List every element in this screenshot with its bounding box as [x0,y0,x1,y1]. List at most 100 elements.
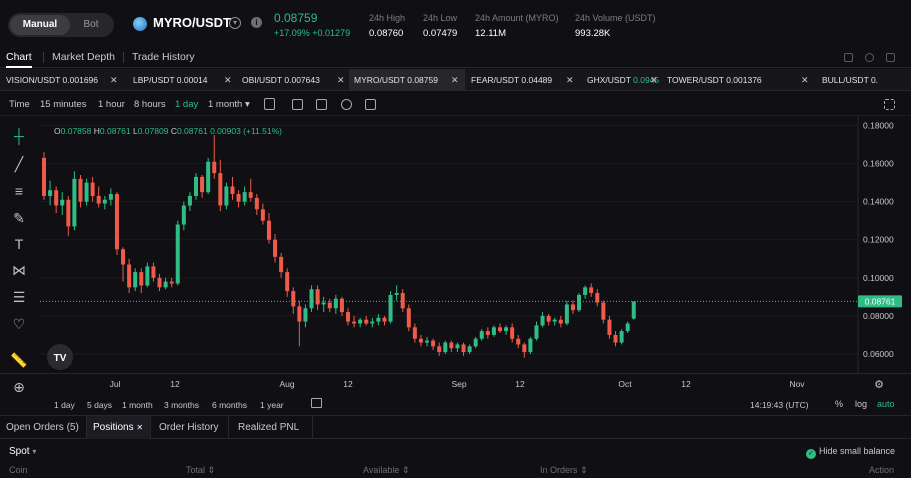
candle-body [589,287,594,294]
window-maximize-icon[interactable] [886,53,895,62]
timeframe-1m[interactable]: 1 month ▾ [208,99,250,110]
range-1d[interactable]: 1 day [54,400,75,410]
time-tick-label: Jul [110,379,121,389]
column-total[interactable]: Total ⇕ [186,465,215,476]
window-restore-icon[interactable] [844,53,853,62]
window-popout-icon[interactable] [865,53,874,62]
timeframe-15m[interactable]: 15 minutes [40,99,86,110]
tab-open-orders[interactable]: Open Orders (5) [0,416,85,439]
candle-body [625,323,630,332]
stat-value: 12.11M [475,28,506,39]
candle-body [114,194,119,250]
pair-tab-tower[interactable]: TOWER/USDT 0.001376 [667,69,762,90]
close-icon[interactable]: ✕ [650,75,658,86]
settings-icon[interactable] [341,99,352,110]
candle-body [297,306,302,322]
stat-value: 993.28K [575,28,611,39]
tab-order-history[interactable]: Order History [153,416,224,439]
range-3m[interactable]: 3 months [164,400,199,410]
candle-body [151,266,156,278]
close-icon[interactable]: ✕ [451,75,459,86]
tab-divider [150,416,151,439]
close-icon[interactable]: ✕ [337,75,345,86]
candle-body [394,293,399,295]
candle-body [157,277,162,288]
close-icon[interactable]: ✕ [136,423,143,432]
candle-body [108,194,113,200]
candle-body [48,190,53,196]
time-tick-label: Sep [451,379,466,389]
indicators-icon[interactable] [264,98,275,110]
pair-tab-price: 0.001696 [62,75,98,85]
percent-scale-toggle[interactable]: % [835,399,843,409]
tab-market-depth[interactable]: Market Depth [52,51,115,63]
candle-body [382,317,387,322]
candle-body [425,340,430,343]
bot-mode-button[interactable]: Bot [70,15,112,35]
pair-tab-price: 0.007643 [284,75,320,85]
range-5d[interactable]: 5 days [87,400,112,410]
candle-body [42,157,46,196]
pair-tab-bar: VISION/USDT 0.001696 ✕ LBP/USDT 0.00014 … [0,69,911,91]
grid-layout-icon[interactable] [316,99,327,110]
time-axis[interactable]: Jul 12 Aug 12 Sep 12 Oct 12 Nov ⚙ [0,373,911,393]
column-in-orders[interactable]: In Orders ⇕ [540,465,588,476]
pair-tab-bull[interactable]: BULL/USDT 0. [822,69,878,90]
info-icon[interactable]: i [251,17,262,28]
price-axis[interactable]: 0.18000 0.16000 0.14000 0.12000 0.10000 0.080… [863,121,894,359]
pair-tab-price: 0.00014 [176,75,208,85]
pair-tab-lbp[interactable]: LBP/USDT 0.00014 [133,69,208,90]
candle-body [66,199,71,227]
candlestick-chart[interactable]: 0.18000 0.16000 0.14000 0.12000 0.10000 0.080… [0,116,911,373]
candle-body [431,340,436,347]
spot-select[interactable]: Spot ▾ [9,446,36,457]
candle-body [516,338,521,345]
candle-body [72,178,77,227]
column-available[interactable]: Available ⇕ [363,465,409,476]
candle-body [455,344,460,349]
tab-positions[interactable]: Positions ✕ [87,416,150,439]
pair-tab-vision[interactable]: VISION/USDT 0.001696 [6,69,98,90]
main-tab-bar: Chart Market Depth Trade History [0,46,911,68]
timeframe-8h[interactable]: 8 hours [134,99,166,110]
candle-body [242,192,247,202]
timeframe-1h[interactable]: 1 hour [98,99,125,110]
auto-scale-toggle[interactable]: auto [877,399,895,409]
range-1y[interactable]: 1 year [260,400,284,410]
manual-mode-button[interactable]: Manual [10,15,70,35]
close-icon[interactable]: ✕ [224,75,232,86]
fullscreen-icon[interactable] [884,99,895,110]
pair-tab-name: FEAR/USDT [471,75,520,85]
range-6m[interactable]: 6 months [212,400,247,410]
pair-tab-fear[interactable]: FEAR/USDT 0.04489 [471,69,552,90]
last-price: 0.08759 [274,11,318,25]
chevron-down-icon[interactable]: ▾ [229,17,241,29]
tab-chart[interactable]: Chart [6,51,32,68]
close-icon[interactable]: ✕ [566,75,574,86]
timeframe-1d[interactable]: 1 day [175,99,198,110]
date-range-icon[interactable] [311,398,322,408]
tab-realized-pnl[interactable]: Realized PNL [232,416,305,439]
candle-body [327,302,332,309]
tab-trade-history[interactable]: Trade History [132,51,195,63]
range-1m[interactable]: 1 month [122,400,153,410]
candle-body [102,199,107,204]
pair-tab-ghx[interactable]: GHX/USDT 0.0945 [587,69,659,90]
close-icon[interactable]: ✕ [801,75,809,86]
pair-name[interactable]: MYRO/USDT [153,15,231,30]
close-icon[interactable]: ✕ [110,75,118,86]
time-tick-label: 12 [343,379,353,389]
time-tick-label: 12 [170,379,180,389]
candle-body [406,308,411,328]
chart-type-icon[interactable] [292,99,303,110]
hide-small-balance-toggle[interactable]: ✓ Hide small balance [806,446,895,459]
log-scale-toggle[interactable]: log [855,399,867,409]
stat-24h-volume: 24h Volume (USDT) 993.28K [575,13,656,39]
axis-settings-gear-icon[interactable]: ⚙ [874,378,884,391]
candle-body [266,220,271,240]
mode-toggle: Manual Bot [8,13,114,37]
pair-tab-myro[interactable]: MYRO/USDT 0.08759 [349,69,465,90]
camera-icon[interactable] [365,99,376,110]
chart-clock[interactable]: 14:19:43 (UTC) [750,400,809,410]
pair-tab-obi[interactable]: OBI/USDT 0.007643 [242,69,320,90]
